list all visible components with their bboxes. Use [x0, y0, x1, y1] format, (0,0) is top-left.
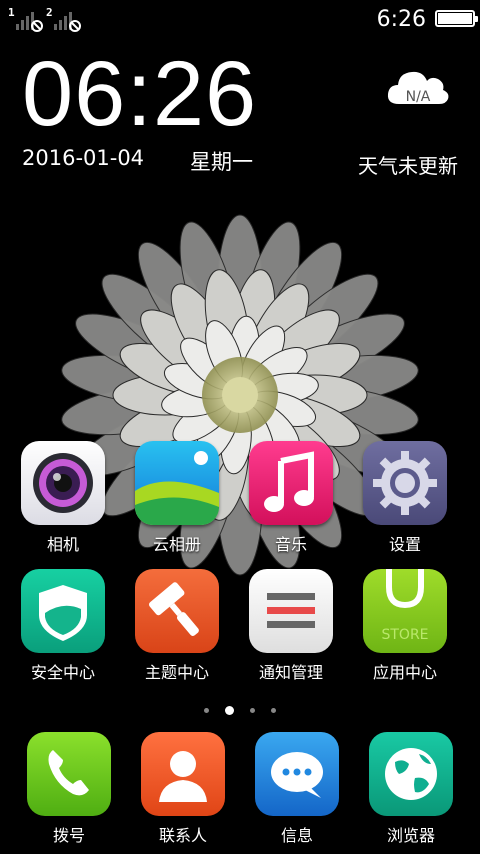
cloud-album-icon: [135, 441, 219, 525]
battery-level-fill: [438, 13, 472, 24]
app-settings[interactable]: 设置: [348, 441, 462, 555]
page-dot-active[interactable]: [225, 706, 234, 715]
contacts-icon: [141, 732, 225, 816]
app-music[interactable]: 音乐: [234, 441, 348, 555]
store-bag-icon: STORE: [363, 569, 447, 653]
signal-no-service-icon: [54, 12, 81, 32]
page-dot[interactable]: [271, 708, 276, 713]
clock-time[interactable]: 06:26: [22, 48, 257, 140]
app-messages[interactable]: 信息: [240, 732, 354, 846]
app-label: 通知管理: [258, 663, 323, 682]
app-dialer[interactable]: 拨号: [12, 732, 126, 846]
sim2-signal: 2: [46, 6, 81, 32]
app-notification-manager[interactable]: 通知管理: [234, 569, 348, 683]
sim1-signal: 1: [8, 6, 43, 32]
app-label: 安全中心: [30, 663, 95, 682]
app-browser[interactable]: 浏览器: [354, 732, 468, 846]
battery-icon: [435, 10, 478, 27]
phone-icon: [27, 732, 111, 816]
app-security-center[interactable]: 安全中心: [6, 569, 120, 683]
app-label: 设置: [388, 535, 421, 554]
page-indicator[interactable]: [0, 700, 480, 719]
shield-icon: [21, 569, 105, 653]
app-label: 云相册: [152, 535, 201, 554]
globe-icon: [369, 732, 453, 816]
app-label: 信息: [280, 826, 313, 845]
gear-icon: [363, 441, 447, 525]
app-label: 应用中心: [372, 663, 437, 682]
app-cloud-album[interactable]: 云相册: [120, 441, 234, 555]
weather-value: N/A: [405, 89, 431, 105]
signal-no-service-icon: [16, 12, 43, 32]
battery-tip: [475, 16, 478, 22]
app-app-center[interactable]: STORE 应用中心: [348, 569, 462, 683]
app-label: 拨号: [52, 826, 85, 845]
camera-icon: [21, 441, 105, 525]
message-bubble-icon: [255, 732, 339, 816]
paint-roller-icon: [135, 569, 219, 653]
clock-weekday: 星期一: [190, 150, 253, 174]
app-theme-center[interactable]: 主题中心: [120, 569, 234, 683]
app-label: 相机: [46, 535, 79, 554]
app-label: 主题中心: [144, 663, 209, 682]
store-text: STORE: [381, 627, 428, 643]
status-bar: 1 2 6:26: [0, 0, 480, 40]
page-dot[interactable]: [250, 708, 255, 713]
music-note-icon: [249, 441, 333, 525]
app-contacts[interactable]: 联系人: [126, 732, 240, 846]
weather-status[interactable]: 天气未更新: [358, 150, 458, 179]
app-label: 浏览器: [386, 826, 435, 845]
app-label: 联系人: [158, 826, 207, 845]
clock-date: 2016-01-04: [22, 146, 145, 170]
app-label: 音乐: [274, 535, 307, 554]
dock: 拨号 联系人 信息 浏览器: [0, 718, 480, 854]
status-time: 6:26: [376, 7, 426, 32]
app-camera[interactable]: 相机: [6, 441, 120, 555]
page-dot[interactable]: [204, 708, 209, 713]
notification-list-icon: [249, 569, 333, 653]
